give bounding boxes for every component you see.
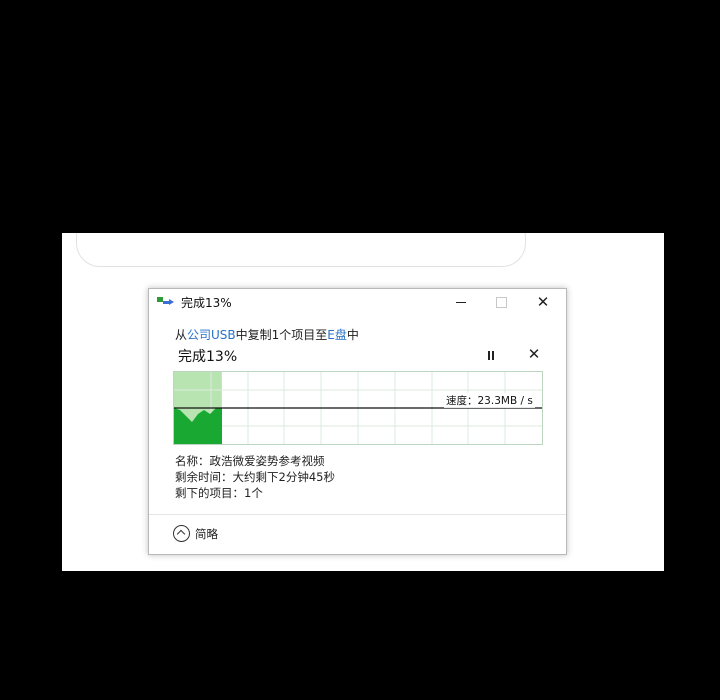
search-bar[interactable] — [76, 233, 526, 267]
time-remaining: 剩余时间：大约剩下2分钟45秒 — [175, 470, 335, 484]
items-remaining: 剩下的项目：1个 — [175, 486, 263, 500]
copy-progress-dialog: 完成13% ✕ 从公司USB中复制1个项目至E盘中 完成13% ✕ 速度：23.… — [148, 288, 567, 555]
progress-status: 完成13% — [178, 349, 238, 365]
cancel-icon[interactable]: ✕ — [527, 345, 541, 363]
from-middle: 中复制1个项目至 — [235, 328, 328, 342]
source-link[interactable]: 公司USB — [187, 328, 236, 342]
from-suffix: 中 — [346, 328, 359, 342]
background-window: 完成13% ✕ 从公司USB中复制1个项目至E盘中 完成13% ✕ 速度：23.… — [62, 233, 664, 571]
pause-icon[interactable] — [484, 349, 498, 363]
copy-description: 从公司USB中复制1个项目至E盘中 — [175, 326, 359, 343]
divider — [149, 514, 566, 515]
minimize-button[interactable] — [441, 289, 481, 315]
close-button[interactable]: ✕ — [523, 289, 563, 315]
collapse-label: 简略 — [195, 527, 218, 541]
destination-link[interactable]: E盘 — [327, 328, 347, 342]
transfer-speed-graph: 速度：23.3MB / s — [173, 371, 543, 445]
maximize-icon — [495, 297, 507, 308]
maximize-button[interactable] — [481, 289, 521, 315]
minimize-icon — [456, 302, 466, 303]
file-name: 名称：政浩微爱姿势参考视频 — [175, 454, 325, 468]
close-icon: ✕ — [536, 293, 550, 311]
copy-transfer-icon — [157, 297, 174, 307]
chevron-up-icon — [173, 525, 190, 542]
speed-label: 速度：23.3MB / s — [444, 393, 535, 408]
title-bar[interactable]: 完成13% ✕ — [149, 289, 566, 315]
from-prefix: 从 — [175, 328, 188, 342]
window-title: 完成13% — [181, 296, 232, 310]
